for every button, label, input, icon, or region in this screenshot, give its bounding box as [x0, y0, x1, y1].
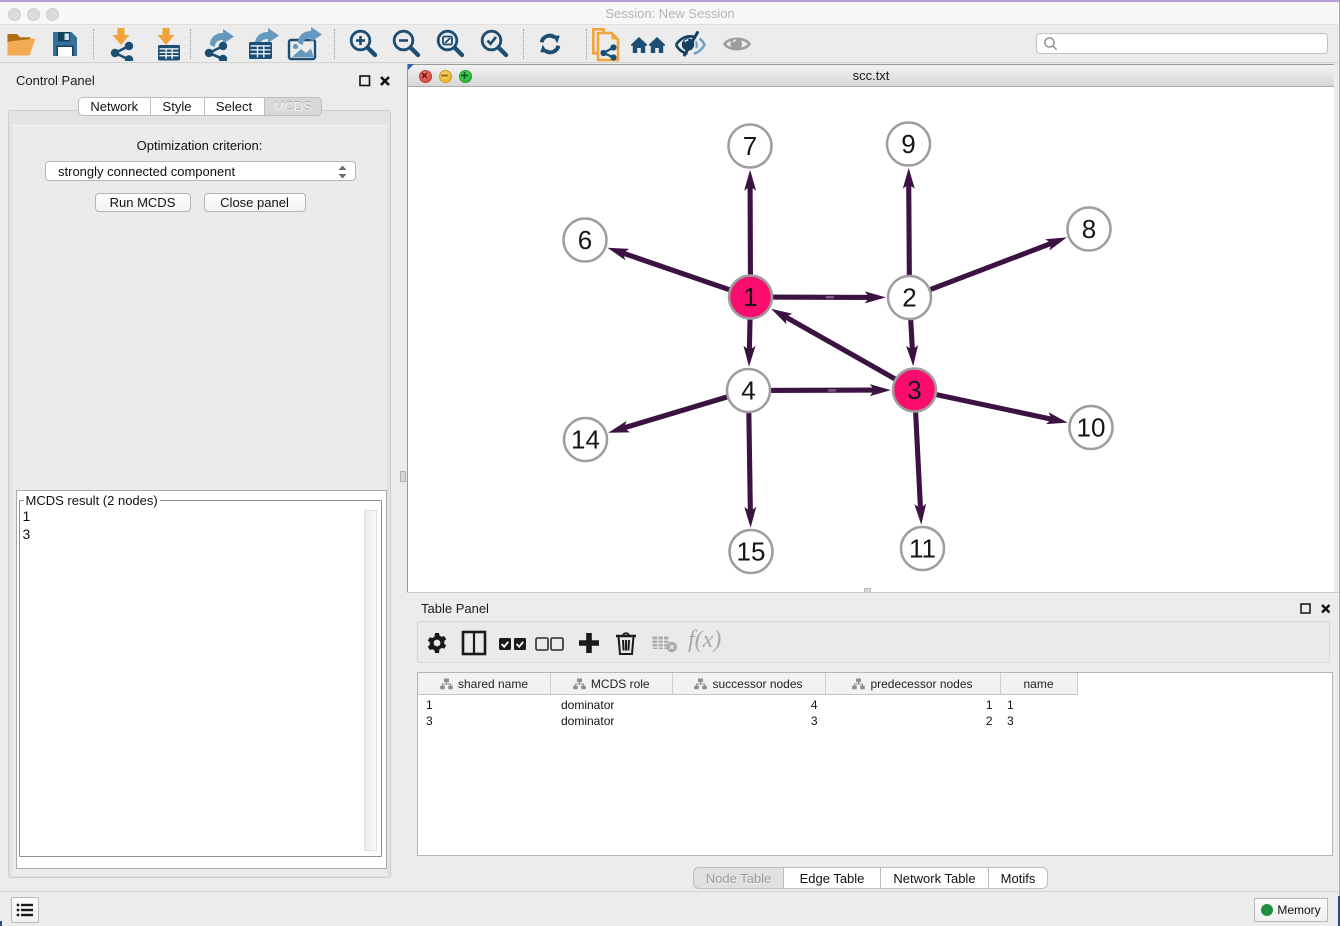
- svg-text:10: 10: [1077, 413, 1106, 443]
- svg-text:2: 2: [902, 283, 916, 313]
- svg-text:6: 6: [578, 225, 592, 255]
- svg-text:15: 15: [737, 537, 766, 567]
- svg-text:3: 3: [907, 375, 921, 405]
- svg-text:8: 8: [1082, 214, 1096, 244]
- svg-text:14: 14: [571, 425, 600, 455]
- svg-text:1: 1: [743, 282, 757, 312]
- svg-text:11: 11: [909, 534, 936, 564]
- svg-text:4: 4: [741, 376, 755, 406]
- svg-text:9: 9: [901, 129, 915, 159]
- svg-text:7: 7: [743, 131, 757, 161]
